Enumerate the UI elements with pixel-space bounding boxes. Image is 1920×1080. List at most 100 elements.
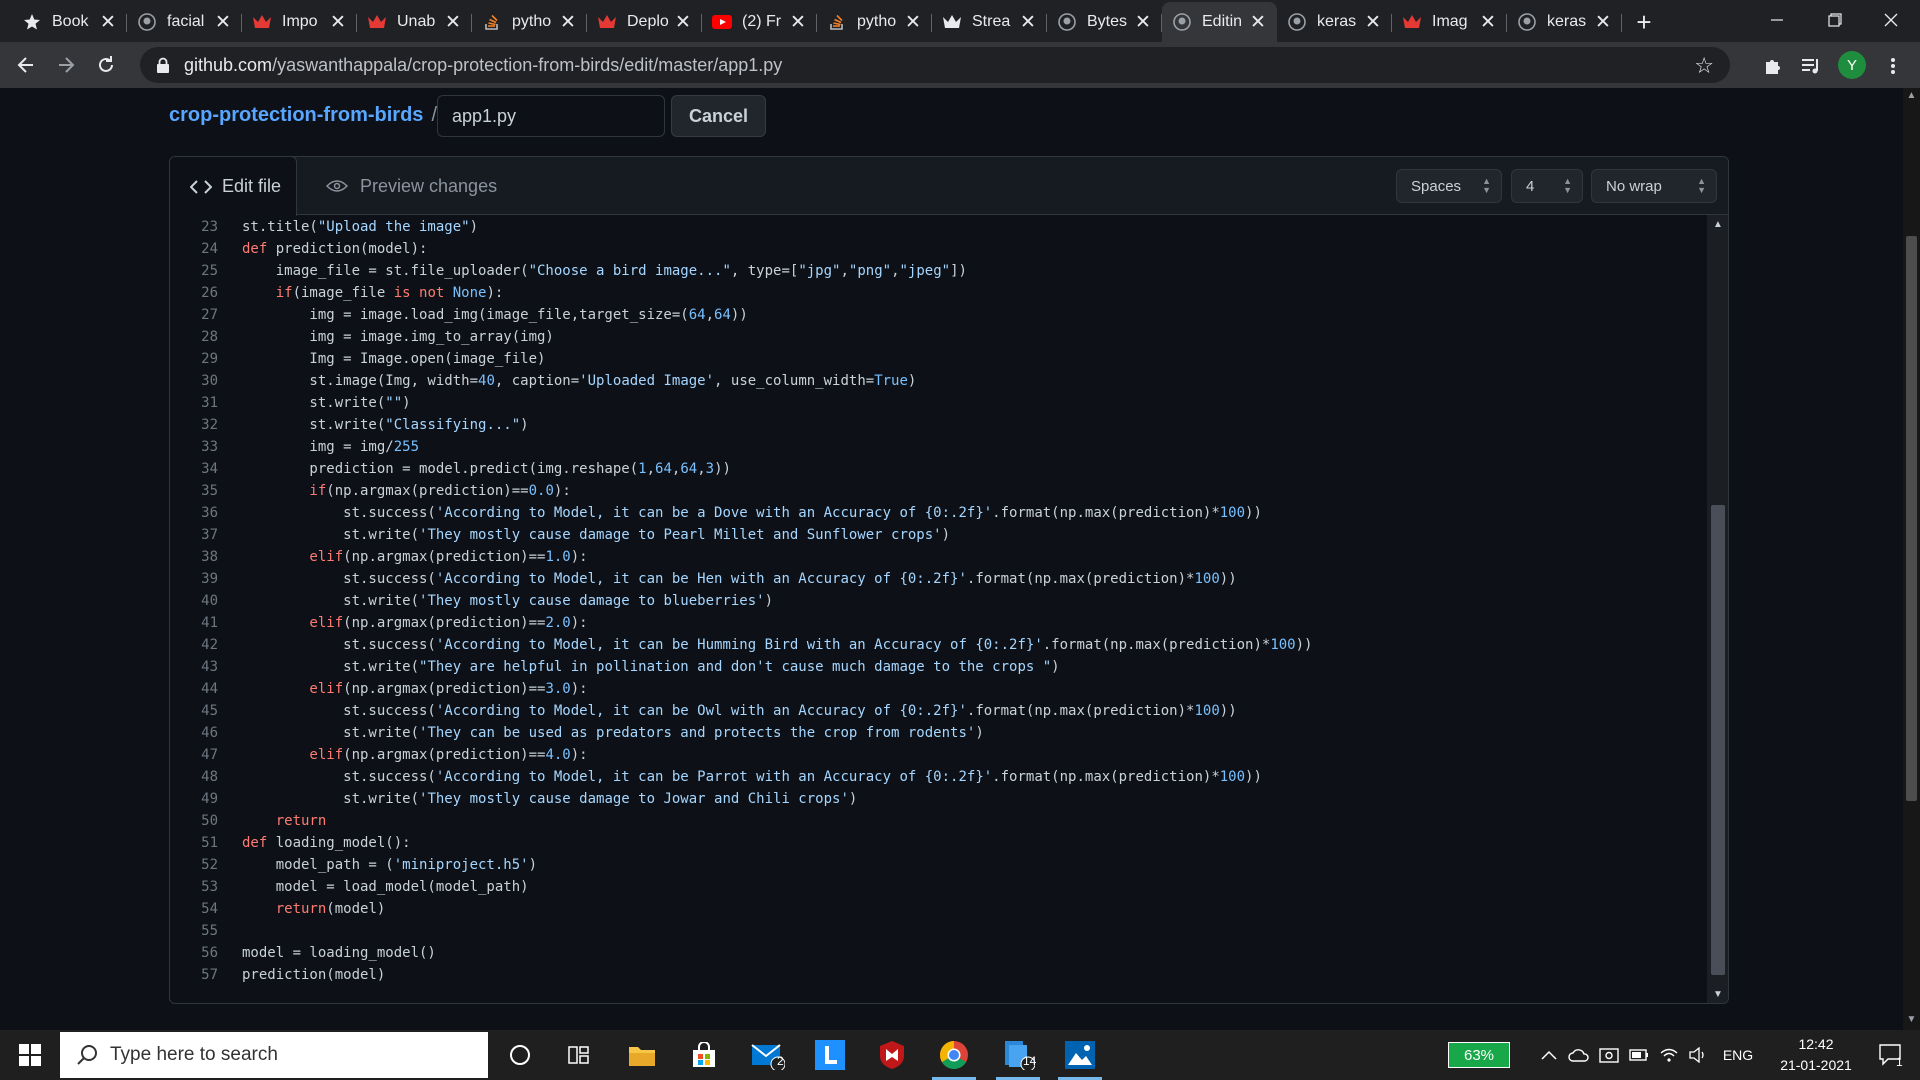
back-button[interactable] (6, 45, 46, 85)
close-tab-icon[interactable]: ✕ (1134, 11, 1152, 34)
indent-size-select[interactable]: 4 ▲ ▼ (1511, 169, 1583, 203)
close-tab-icon[interactable]: ✕ (329, 11, 347, 34)
system-clock[interactable]: 12:42 21-01-2021 (1766, 1034, 1866, 1076)
code-line[interactable]: 51 def loading_model(): (170, 832, 1707, 854)
bookmark-star-icon[interactable]: ☆ (1694, 53, 1714, 79)
code-line[interactable]: 54 return(model) (170, 898, 1707, 920)
language-indicator[interactable]: ENG (1718, 1030, 1758, 1080)
filename-input[interactable] (437, 95, 665, 137)
close-tab-icon[interactable]: ✕ (674, 11, 692, 34)
code-line[interactable]: 39 st.success('According to Model, it ca… (170, 568, 1707, 590)
code-line[interactable]: 43 st.write("They are helpful in pollina… (170, 656, 1707, 678)
reload-button[interactable] (86, 45, 126, 85)
code-line[interactable]: 44 elif(np.argmax(prediction)==3.0): (170, 678, 1707, 700)
browser-tab[interactable]: Unab ✕ (357, 2, 472, 42)
code-line[interactable]: 36 st.success('According to Model, it ca… (170, 502, 1707, 524)
code-line[interactable]: 42 st.success('According to Model, it ca… (170, 634, 1707, 656)
minimize-button[interactable] (1748, 0, 1806, 40)
battery-icon-button[interactable] (1626, 1030, 1652, 1080)
mail-app[interactable]: 2 (738, 1030, 798, 1080)
wrap-mode-select[interactable]: No wrap ▲ ▼ (1591, 169, 1717, 203)
close-tab-icon[interactable]: ✕ (559, 11, 577, 34)
page-scrollbar[interactable]: ▲ ▼ (1903, 88, 1920, 1030)
files-app[interactable]: 14 (988, 1030, 1048, 1080)
browser-tab[interactable]: Strea ✕ (932, 2, 1047, 42)
code-line[interactable]: 24 def prediction(model): (170, 238, 1707, 260)
close-tab-icon[interactable]: ✕ (444, 11, 462, 34)
code-line[interactable]: 34 prediction = model.predict(img.reshap… (170, 458, 1707, 480)
browser-tab[interactable]: Editin ✕ (1162, 2, 1277, 42)
mcafee-app[interactable] (862, 1030, 922, 1080)
code-line[interactable]: 52 model_path = ('miniproject.h5') (170, 854, 1707, 876)
photos-app[interactable] (1050, 1030, 1110, 1080)
code-line[interactable]: 25 image_file = st.file_uploader("Choose… (170, 260, 1707, 282)
code-line[interactable]: 29 Img = Image.open(image_file) (170, 348, 1707, 370)
code-line[interactable]: 23 st.title("Upload the image") (170, 216, 1707, 238)
browser-tab[interactable]: Imag ✕ (1392, 2, 1507, 42)
code-line[interactable]: 32 st.write("Classifying...") (170, 414, 1707, 436)
code-line[interactable]: 37 st.write('They mostly cause damage to… (170, 524, 1707, 546)
code-line[interactable]: 55 (170, 920, 1707, 942)
battery-percentage[interactable]: 63% (1448, 1042, 1510, 1068)
close-tab-icon[interactable]: ✕ (1019, 11, 1037, 34)
browser-tab[interactable]: pytho ✕ (817, 2, 932, 42)
media-controls-button[interactable] (1796, 51, 1826, 81)
code-line[interactable]: 40 st.write('They mostly cause damage to… (170, 590, 1707, 612)
show-hidden-icons-button[interactable] (1536, 1030, 1562, 1080)
page-scroll-down-icon[interactable]: ▼ (1906, 1014, 1917, 1028)
start-button[interactable] (0, 1030, 60, 1080)
code-line[interactable]: 27 img = image.load_img(image_file,targe… (170, 304, 1707, 326)
wifi-button[interactable] (1656, 1030, 1682, 1080)
onedrive-button[interactable] (1566, 1030, 1592, 1080)
close-tab-icon[interactable]: ✕ (1479, 11, 1497, 34)
code-line[interactable]: 50 return (170, 810, 1707, 832)
code-line[interactable]: 28 img = image.img_to_array(img) (170, 326, 1707, 348)
browser-tab[interactable]: Bytes ✕ (1047, 2, 1162, 42)
tab-preview-changes[interactable]: Preview changes (326, 157, 497, 215)
extensions-button[interactable] (1758, 51, 1788, 81)
code-line[interactable]: 31 st.write("") (170, 392, 1707, 414)
repo-link[interactable]: crop-protection-from-birds (169, 104, 423, 127)
code-line[interactable]: 47 elif(np.argmax(prediction)==4.0): (170, 744, 1707, 766)
close-tab-icon[interactable]: ✕ (99, 11, 117, 34)
code-line[interactable]: 53 model = load_model(model_path) (170, 876, 1707, 898)
code-line[interactable]: 57 prediction(model) (170, 964, 1707, 986)
browser-tab[interactable]: keras ✕ (1507, 2, 1622, 42)
code-line[interactable]: 26 if(image_file is not None): (170, 282, 1707, 304)
cancel-button[interactable]: Cancel (671, 95, 766, 137)
close-tab-icon[interactable]: ✕ (1249, 11, 1267, 34)
code-line[interactable]: 41 elif(np.argmax(prediction)==2.0): (170, 612, 1707, 634)
browser-tab[interactable]: (2) Fr ✕ (702, 2, 817, 42)
code-line[interactable]: 49 st.write('They mostly cause damage to… (170, 788, 1707, 810)
code-line[interactable]: 46 st.write('They can be used as predato… (170, 722, 1707, 744)
address-bar[interactable]: github.com/yaswanthappala/crop-protectio… (140, 47, 1730, 83)
scroll-up-icon[interactable]: ▲ (1712, 219, 1724, 230)
browser-tab[interactable]: keras ✕ (1277, 2, 1392, 42)
profile-avatar[interactable]: Y (1838, 51, 1866, 79)
browser-menu-button[interactable] (1878, 51, 1908, 81)
meet-now-button[interactable] (1596, 1030, 1622, 1080)
restore-button[interactable] (1806, 0, 1864, 40)
code-line[interactable]: 56 model = loading_model() (170, 942, 1707, 964)
page-scrollbar-thumb[interactable] (1906, 236, 1917, 801)
code-line[interactable]: 33 img = img/255 (170, 436, 1707, 458)
task-view-button[interactable] (550, 1030, 610, 1080)
forward-button[interactable] (46, 45, 86, 85)
close-tab-icon[interactable]: ✕ (1364, 11, 1382, 34)
close-tab-icon[interactable]: ✕ (1594, 11, 1612, 34)
launcher-l-app[interactable] (800, 1030, 860, 1080)
action-center-button[interactable]: 1 (1866, 1030, 1916, 1080)
store-app[interactable] (674, 1030, 734, 1080)
cortana-button[interactable] (490, 1030, 550, 1080)
code-line[interactable]: 48 st.success('According to Model, it ca… (170, 766, 1707, 788)
browser-tab[interactable]: Book ✕ (12, 2, 127, 42)
chrome-app[interactable] (924, 1030, 984, 1080)
page-scroll-up-icon[interactable]: ▲ (1906, 90, 1917, 104)
close-tab-icon[interactable]: ✕ (904, 11, 922, 34)
tab-edit-file[interactable]: Edit file (170, 157, 297, 216)
code-line[interactable]: 35 if(np.argmax(prediction)==0.0): (170, 480, 1707, 502)
taskbar-search[interactable]: Type here to search (60, 1032, 488, 1078)
code-line[interactable]: 30 st.image(Img, width=40, caption='Uplo… (170, 370, 1707, 392)
scroll-down-icon[interactable]: ▼ (1712, 989, 1724, 1000)
indent-mode-select[interactable]: Spaces ▲ ▼ (1396, 169, 1502, 203)
